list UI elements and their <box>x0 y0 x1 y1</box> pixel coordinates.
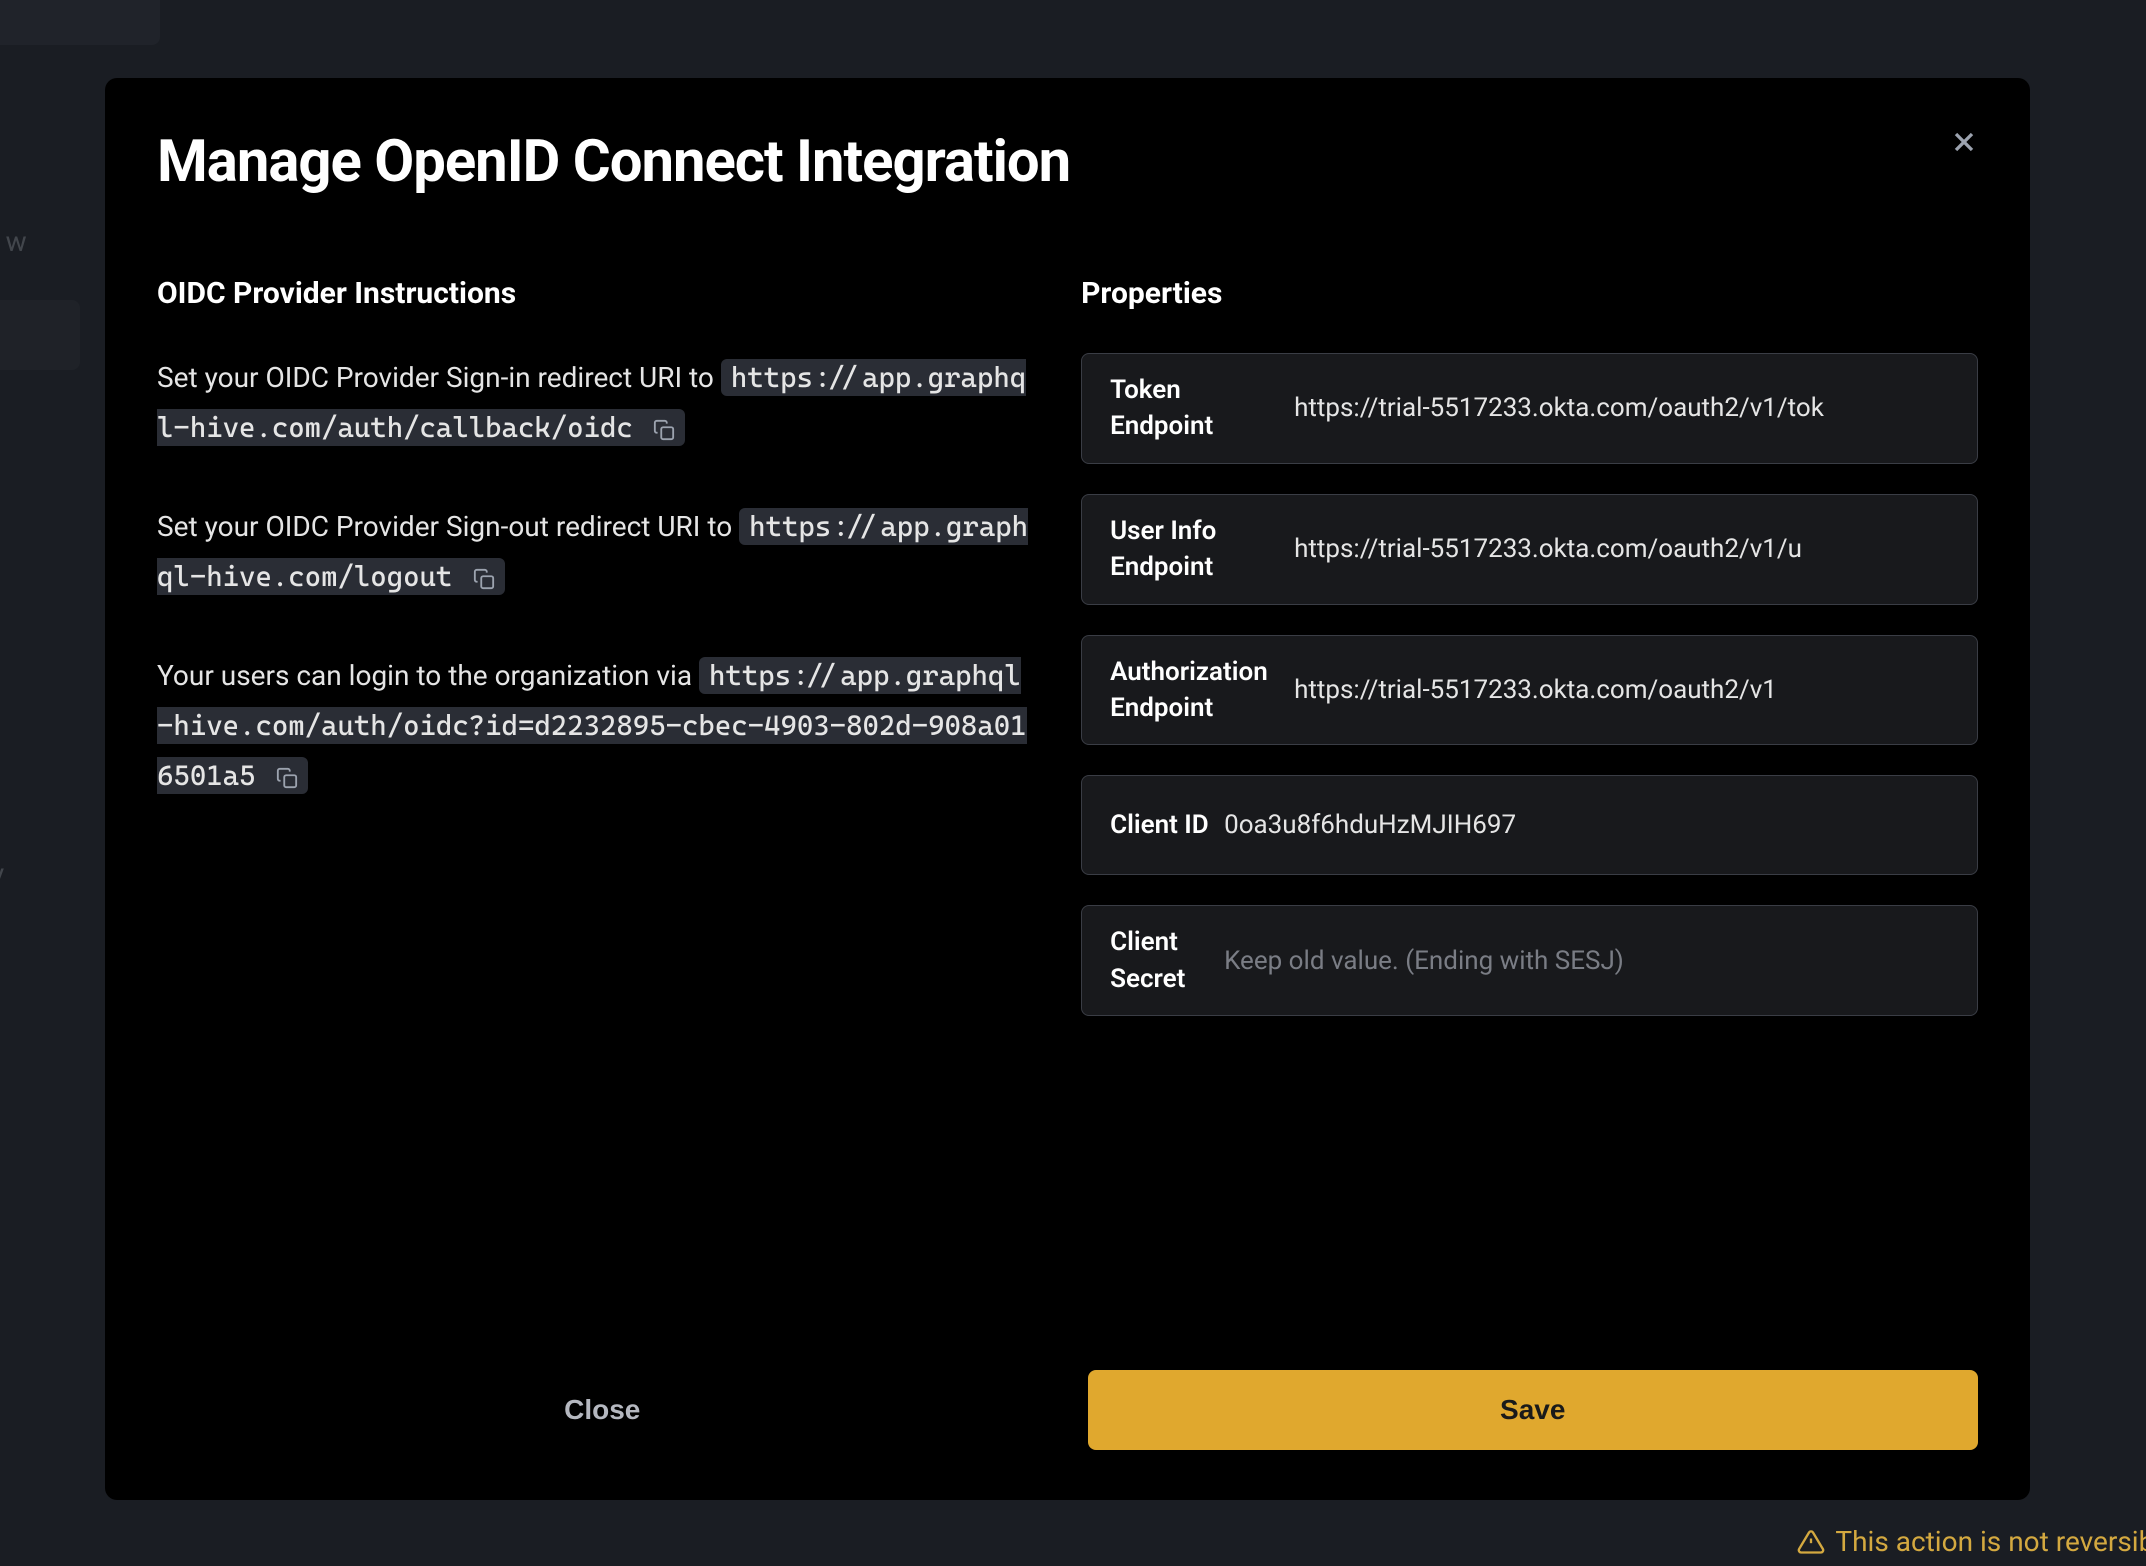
warning-triangle-icon <box>1797 1528 1825 1556</box>
close-button[interactable]: Close <box>157 1370 1048 1450</box>
copy-icon[interactable] <box>473 568 495 590</box>
signout-instruction: Set your OIDC Provider Sign-out redirect… <box>157 502 1031 603</box>
client-id-field: Client ID <box>1081 775 1978 875</box>
modal-footer: Close Save <box>157 1340 1978 1450</box>
token-endpoint-input[interactable] <box>1282 375 1977 441</box>
client-id-label: Client ID <box>1082 789 1212 861</box>
copy-icon[interactable] <box>276 767 298 789</box>
backdrop-text: sible w <box>0 225 27 258</box>
instructions-heading: OIDC Provider Instructions <box>157 276 1031 311</box>
auth-endpoint-label: Authorization Endpoint <box>1082 636 1282 745</box>
signin-instruction: Set your OIDC Provider Sign-in redirect … <box>157 353 1031 454</box>
close-x-button[interactable] <box>1940 118 1988 169</box>
client-id-input[interactable] <box>1212 792 1977 858</box>
userinfo-endpoint-input[interactable] <box>1282 516 1977 582</box>
backdrop-text: ow Hiv <box>0 857 4 890</box>
userinfo-endpoint-label: User Info Endpoint <box>1082 495 1282 604</box>
oidc-modal: Manage OpenID Connect Integration OIDC P… <box>105 78 2030 1500</box>
warning-banner: This action is not reversible <box>1797 1525 2146 1558</box>
userinfo-endpoint-field: User Info Endpoint <box>1081 494 1978 605</box>
properties-column: Properties Token Endpoint User Info Endp… <box>1081 276 1978 1340</box>
token-endpoint-field: Token Endpoint <box>1081 353 1978 464</box>
signin-instruction-text: Set your OIDC Provider Sign-in redirect … <box>157 361 714 394</box>
backdrop-element <box>0 0 160 45</box>
backdrop-element <box>0 300 80 370</box>
client-secret-label: Client Secret <box>1082 906 1212 1015</box>
login-instruction: Your users can login to the organization… <box>157 651 1031 802</box>
warning-text: This action is not reversible <box>1835 1525 2146 1558</box>
modal-body: OIDC Provider Instructions Set your OIDC… <box>157 276 1978 1340</box>
save-button[interactable]: Save <box>1088 1370 1979 1450</box>
login-instruction-text: Your users can login to the organization… <box>157 659 692 692</box>
auth-endpoint-input[interactable] <box>1282 657 1977 723</box>
signout-instruction-text: Set your OIDC Provider Sign-out redirect… <box>157 510 732 543</box>
client-secret-input[interactable] <box>1212 928 1977 994</box>
client-secret-field: Client Secret <box>1081 905 1978 1016</box>
auth-endpoint-field: Authorization Endpoint <box>1081 635 1978 746</box>
token-endpoint-label: Token Endpoint <box>1082 354 1282 463</box>
modal-title: Manage OpenID Connect Integration <box>157 128 1070 196</box>
properties-heading: Properties <box>1081 276 1978 311</box>
instructions-column: OIDC Provider Instructions Set your OIDC… <box>157 276 1031 1340</box>
copy-icon[interactable] <box>653 419 675 441</box>
close-icon <box>1948 126 1980 158</box>
modal-header: Manage OpenID Connect Integration <box>157 128 1978 196</box>
